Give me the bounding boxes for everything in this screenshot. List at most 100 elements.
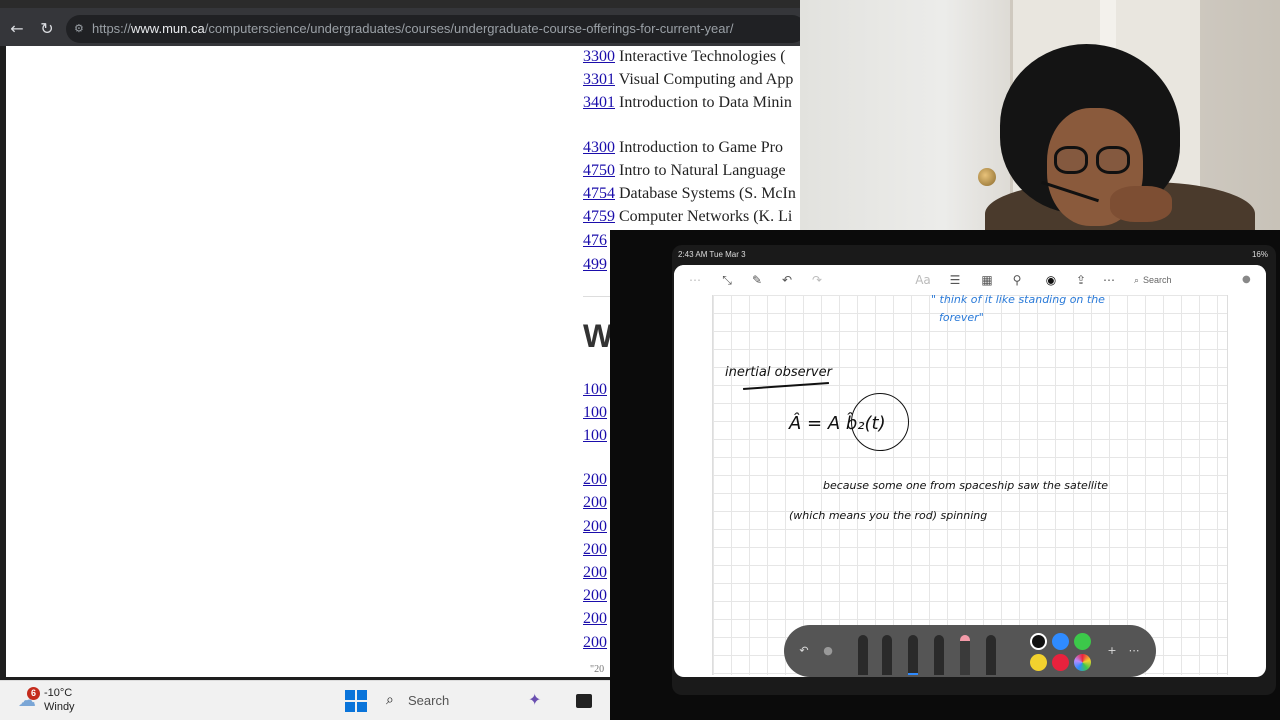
notes-search[interactable]: ⌕ Search — [1134, 271, 1244, 289]
course-row: 200 — [583, 564, 607, 582]
attachment-icon[interactable]: ⚲ — [1008, 271, 1026, 289]
course-row: 3300 Interactive Technologies ( — [583, 48, 786, 66]
color-swatch-yellow[interactable] — [1030, 654, 1047, 671]
notes-toolbar: ⋯ ⤡ ✎ ↶ ↷ Aa ☰ ▦ ⚲ ◉ ⇪ ⋯ ⌕ Search ● — [674, 265, 1266, 295]
weather-widget[interactable]: ☁ 6 -10°C Windy — [18, 686, 98, 716]
tab-strip — [0, 0, 800, 8]
share-icon[interactable]: ⇪ — [1072, 271, 1090, 289]
course-code-link[interactable]: 200 — [583, 471, 607, 488]
microphone-icon[interactable]: ● — [1242, 271, 1251, 289]
ipad-status-bar: 2:43 AM Tue Mar 3 16% — [672, 245, 1276, 265]
more-icon[interactable]: ⋯ — [1100, 271, 1118, 289]
url-host: www.mun.ca — [131, 21, 205, 36]
notes-app: ⋯ ⤡ ✎ ↶ ↷ Aa ☰ ▦ ⚲ ◉ ⇪ ⋯ ⌕ Search ● " thi… — [674, 265, 1266, 677]
course-code-link[interactable]: 100 — [583, 381, 607, 398]
course-title: Intro to Natural Language — [619, 162, 786, 179]
course-row: 4754 Database Systems (S. McIn — [583, 185, 796, 203]
course-title: Interactive Technologies ( — [619, 48, 786, 65]
note-canvas[interactable]: " think of it like standing on the forev… — [712, 293, 1228, 675]
status-battery: 16% — [1251, 250, 1268, 259]
checklist-icon[interactable]: ☰ — [946, 271, 964, 289]
palette-redo-icon[interactable]: ● — [818, 641, 838, 661]
footnote-fragment: "20 — [590, 664, 605, 675]
color-swatch-blue[interactable] — [1052, 633, 1069, 650]
course-code-link[interactable]: 100 — [583, 427, 607, 444]
course-code-link[interactable]: 3300 — [583, 48, 615, 65]
search-icon: ⌕ — [1134, 276, 1140, 286]
add-tool-icon[interactable]: + — [1102, 641, 1122, 661]
course-code-link[interactable]: 200 — [583, 564, 607, 581]
course-row: 200 — [583, 587, 607, 605]
taskbar-app-icon[interactable] — [576, 694, 592, 708]
browser-toolbar: ← ↻ ⚙ https://www.mun.ca/computerscience… — [0, 8, 806, 46]
glasses-right-lens — [1096, 146, 1130, 174]
markup-icon[interactable]: ◉ — [1042, 271, 1060, 289]
address-bar[interactable]: ⚙ https://www.mun.ca/computerscience/und… — [66, 15, 806, 43]
course-row: 100 — [583, 381, 607, 399]
monoline-pen-tool[interactable] — [858, 635, 868, 675]
handwriting-line: " think of it like standing on the — [931, 293, 1105, 306]
course-row: 3301 Visual Computing and App — [583, 71, 793, 89]
back-button[interactable]: ← — [6, 18, 28, 40]
course-code-link[interactable]: 200 — [583, 541, 607, 558]
color-swatch-red[interactable] — [1052, 654, 1069, 671]
course-row: 4759 Computer Networks (K. Li — [583, 208, 792, 226]
course-code-link[interactable]: 4750 — [583, 162, 615, 179]
pen-palette: ↶ ● + ⋯ — [784, 625, 1156, 677]
course-code-link[interactable]: 100 — [583, 404, 607, 421]
door-knob — [978, 168, 996, 186]
course-row: 4750 Intro to Natural Language — [583, 162, 786, 180]
course-code-link[interactable]: 4300 — [583, 139, 615, 156]
undo-icon[interactable]: ↶ — [778, 271, 796, 289]
course-code-link[interactable]: 4759 — [583, 208, 615, 225]
pen-tool-selected[interactable] — [908, 635, 918, 675]
handwriting-line: because some one from spaceship saw the … — [823, 479, 1109, 492]
redo-icon[interactable]: ↷ — [808, 271, 826, 289]
palette-undo-icon[interactable]: ↶ — [794, 641, 814, 661]
taskbar-search[interactable]: ⌕ Search ✦ — [380, 686, 560, 716]
ipad-screen: 2:43 AM Tue Mar 3 16% ⋯ ⤡ ✎ ↶ ↷ Aa ☰ ▦ ⚲… — [672, 245, 1276, 695]
course-code-link[interactable]: 200 — [583, 518, 607, 535]
glasses-left-lens — [1054, 146, 1088, 174]
more-dots-icon[interactable]: ⋯ — [686, 271, 704, 289]
course-code-link[interactable]: 200 — [583, 587, 607, 604]
course-row: 476 — [583, 232, 607, 250]
course-title: Database Systems (S. McIn — [619, 185, 796, 202]
text-format-icon[interactable]: Aa — [914, 271, 932, 289]
reload-button[interactable]: ↻ — [36, 18, 58, 40]
course-code-link[interactable]: 200 — [583, 610, 607, 627]
windows-logo-icon — [345, 690, 355, 700]
course-code-link[interactable]: 3401 — [583, 94, 615, 111]
course-code-link[interactable]: 499 — [583, 256, 607, 273]
course-row: 100 — [583, 404, 607, 422]
collapse-icon[interactable]: ⤡ — [718, 271, 736, 289]
search-highlight-icon: ✦ — [528, 690, 542, 709]
eraser-tool[interactable] — [960, 635, 970, 675]
notification-badge: 6 — [27, 687, 40, 700]
course-code-link[interactable]: 476 — [583, 232, 607, 249]
course-code-link[interactable]: 200 — [583, 634, 607, 651]
lasso-tool[interactable] — [986, 635, 996, 675]
course-title: Computer Networks (K. Li — [619, 208, 793, 225]
url-scheme: https:// — [92, 21, 132, 36]
color-swatch-black[interactable] — [1030, 633, 1047, 650]
course-code-link[interactable]: 200 — [583, 494, 607, 511]
compose-icon[interactable]: ✎ — [748, 271, 766, 289]
course-code-link[interactable]: 3301 — [583, 71, 615, 88]
status-time: 2:43 AM Tue Mar 3 — [678, 250, 746, 259]
marker-tool[interactable] — [934, 635, 944, 675]
color-picker-icon[interactable] — [1074, 654, 1091, 671]
start-button[interactable] — [345, 690, 367, 712]
person-hand — [1110, 186, 1172, 222]
table-icon[interactable]: ▦ — [978, 271, 996, 289]
weather-condition: Windy — [44, 701, 75, 713]
course-code-link[interactable]: 4754 — [583, 185, 615, 202]
fountain-pen-tool[interactable] — [882, 635, 892, 675]
palette-more-icon[interactable]: ⋯ — [1124, 641, 1144, 661]
section-heading: W — [583, 318, 614, 354]
notes-search-label: Search — [1143, 275, 1172, 285]
course-row: 200 — [583, 541, 607, 559]
course-title: Introduction to Data Minin — [619, 94, 792, 111]
color-swatch-green[interactable] — [1074, 633, 1091, 650]
site-info-icon[interactable]: ⚙ — [74, 15, 84, 43]
